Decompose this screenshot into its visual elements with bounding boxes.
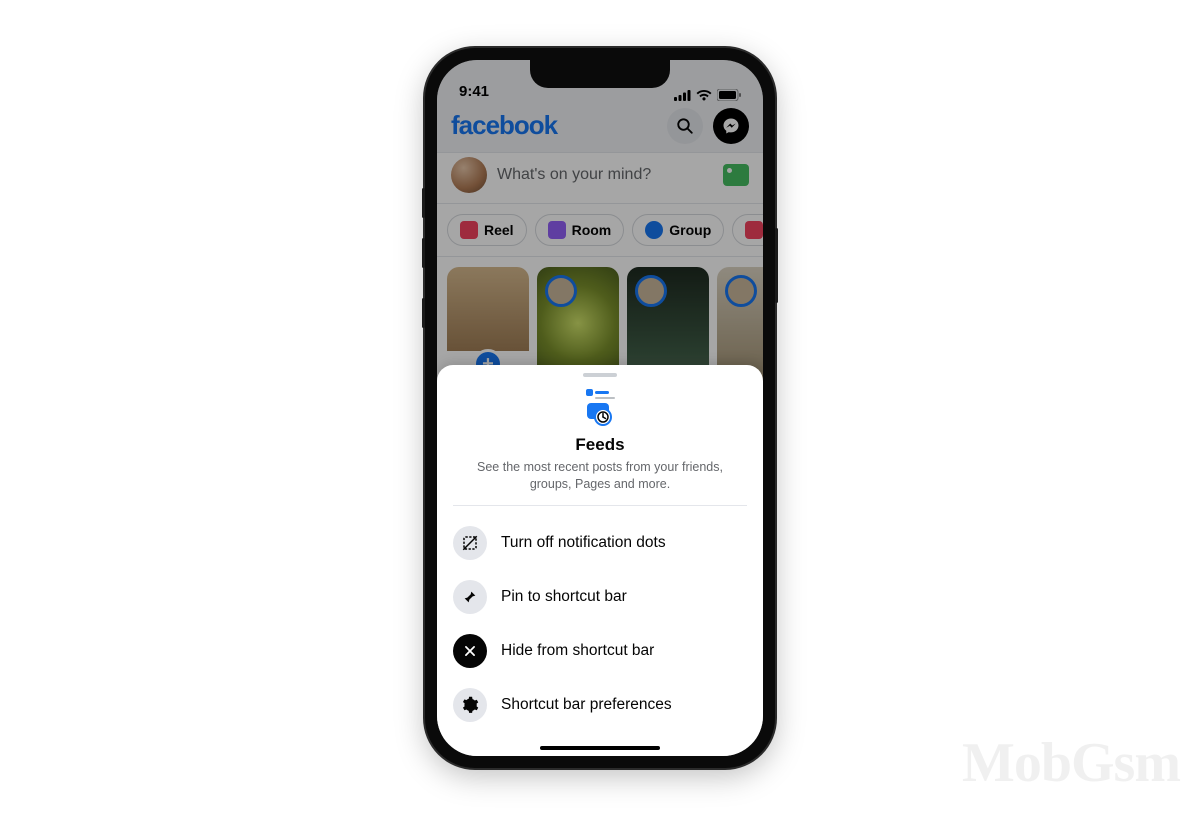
pin-icon — [453, 580, 487, 614]
watermark-text: MobGsm — [962, 731, 1180, 795]
option-pin-shortcut[interactable]: Pin to shortcut bar — [453, 570, 747, 624]
gear-icon — [453, 688, 487, 722]
phone-frame: 9:41 facebook — [425, 48, 775, 768]
wifi-icon — [696, 88, 712, 99]
phone-screen: 9:41 facebook — [437, 60, 763, 756]
notch — [530, 60, 670, 88]
option-hide-shortcut[interactable]: Hide from shortcut bar — [453, 624, 747, 678]
bottom-sheet: Feeds See the most recent posts from you… — [437, 365, 763, 756]
home-indicator[interactable] — [540, 746, 660, 750]
divider — [453, 505, 747, 506]
option-turn-off-dots[interactable]: Turn off notification dots — [453, 516, 747, 570]
option-label: Shortcut bar preferences — [501, 696, 672, 714]
battery-icon — [717, 88, 741, 100]
option-label: Turn off notification dots — [501, 534, 666, 552]
option-label: Hide from shortcut bar — [501, 642, 654, 660]
sheet-grabber[interactable] — [583, 373, 617, 377]
status-time: 9:41 — [459, 83, 489, 100]
notification-off-icon — [453, 526, 487, 560]
option-shortcut-prefs[interactable]: Shortcut bar preferences — [453, 678, 747, 732]
hide-icon — [453, 634, 487, 668]
cellular-signal-icon — [674, 88, 691, 99]
option-label: Pin to shortcut bar — [501, 588, 627, 606]
sheet-title: Feeds — [453, 435, 747, 455]
sheet-subtitle: See the most recent posts from your frie… — [453, 459, 747, 493]
feeds-icon — [580, 387, 620, 427]
